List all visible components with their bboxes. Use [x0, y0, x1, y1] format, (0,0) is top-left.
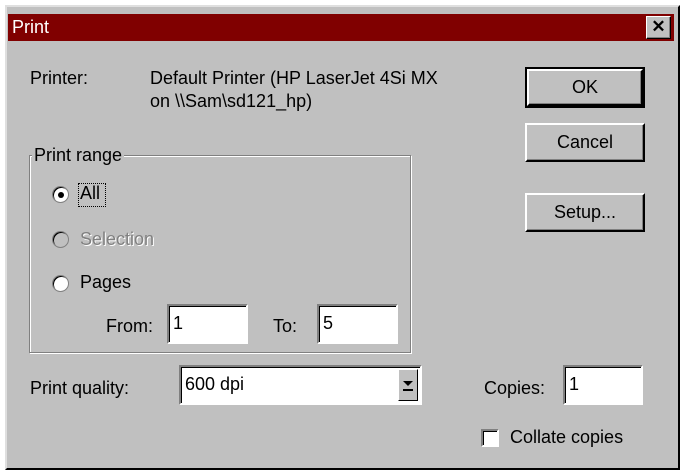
title-bar[interactable]: Print ✕: [8, 14, 674, 41]
focus-rect: [78, 183, 106, 207]
print-range-legend: Print range: [32, 145, 125, 166]
printer-name-line1: Default Printer (HP LaserJet 4Si MX: [150, 68, 438, 88]
radio-pages-label[interactable]: Pages: [80, 272, 131, 293]
cancel-button-label: Cancel: [556, 132, 614, 152]
print-quality-select[interactable]: 600 dpi: [179, 365, 422, 405]
print-quality-label: Print quality:: [30, 378, 130, 398]
setup-button[interactable]: Setup...: [525, 193, 645, 232]
ok-button-label: OK: [571, 77, 598, 97]
collate-checkbox[interactable]: [481, 429, 499, 447]
close-button[interactable]: ✕: [646, 16, 671, 39]
printer-label: Printer:: [30, 68, 89, 88]
copies-input-value: 1: [569, 374, 580, 394]
close-icon: ✕: [651, 17, 666, 36]
cancel-button[interactable]: Cancel: [525, 123, 645, 162]
ok-button[interactable]: OK: [525, 67, 645, 108]
copies-input[interactable]: 1: [563, 365, 643, 405]
radio-pages[interactable]: [52, 275, 69, 292]
radio-selection-label[interactable]: Selection: [80, 229, 154, 250]
radio-selection[interactable]: [52, 231, 69, 248]
collate-label[interactable]: Collate copies: [510, 427, 623, 448]
print-quality-value: 600 dpi: [185, 374, 245, 394]
to-input-value: 5: [323, 313, 334, 333]
from-label: From:: [106, 316, 153, 336]
chevron-down-icon[interactable]: [398, 369, 418, 401]
from-input-value: 1: [173, 313, 184, 333]
to-input[interactable]: 5: [317, 304, 398, 344]
setup-button-label: Setup...: [553, 202, 617, 222]
to-label: To:: [273, 316, 298, 336]
copies-label: Copies:: [484, 378, 546, 398]
printer-name-line2: on \\Sam\sd121_hp): [150, 91, 313, 111]
radio-all[interactable]: [52, 186, 69, 203]
from-input[interactable]: 1: [167, 304, 248, 344]
window-title: Print: [12, 17, 50, 37]
radio-all-dot: [58, 192, 64, 198]
